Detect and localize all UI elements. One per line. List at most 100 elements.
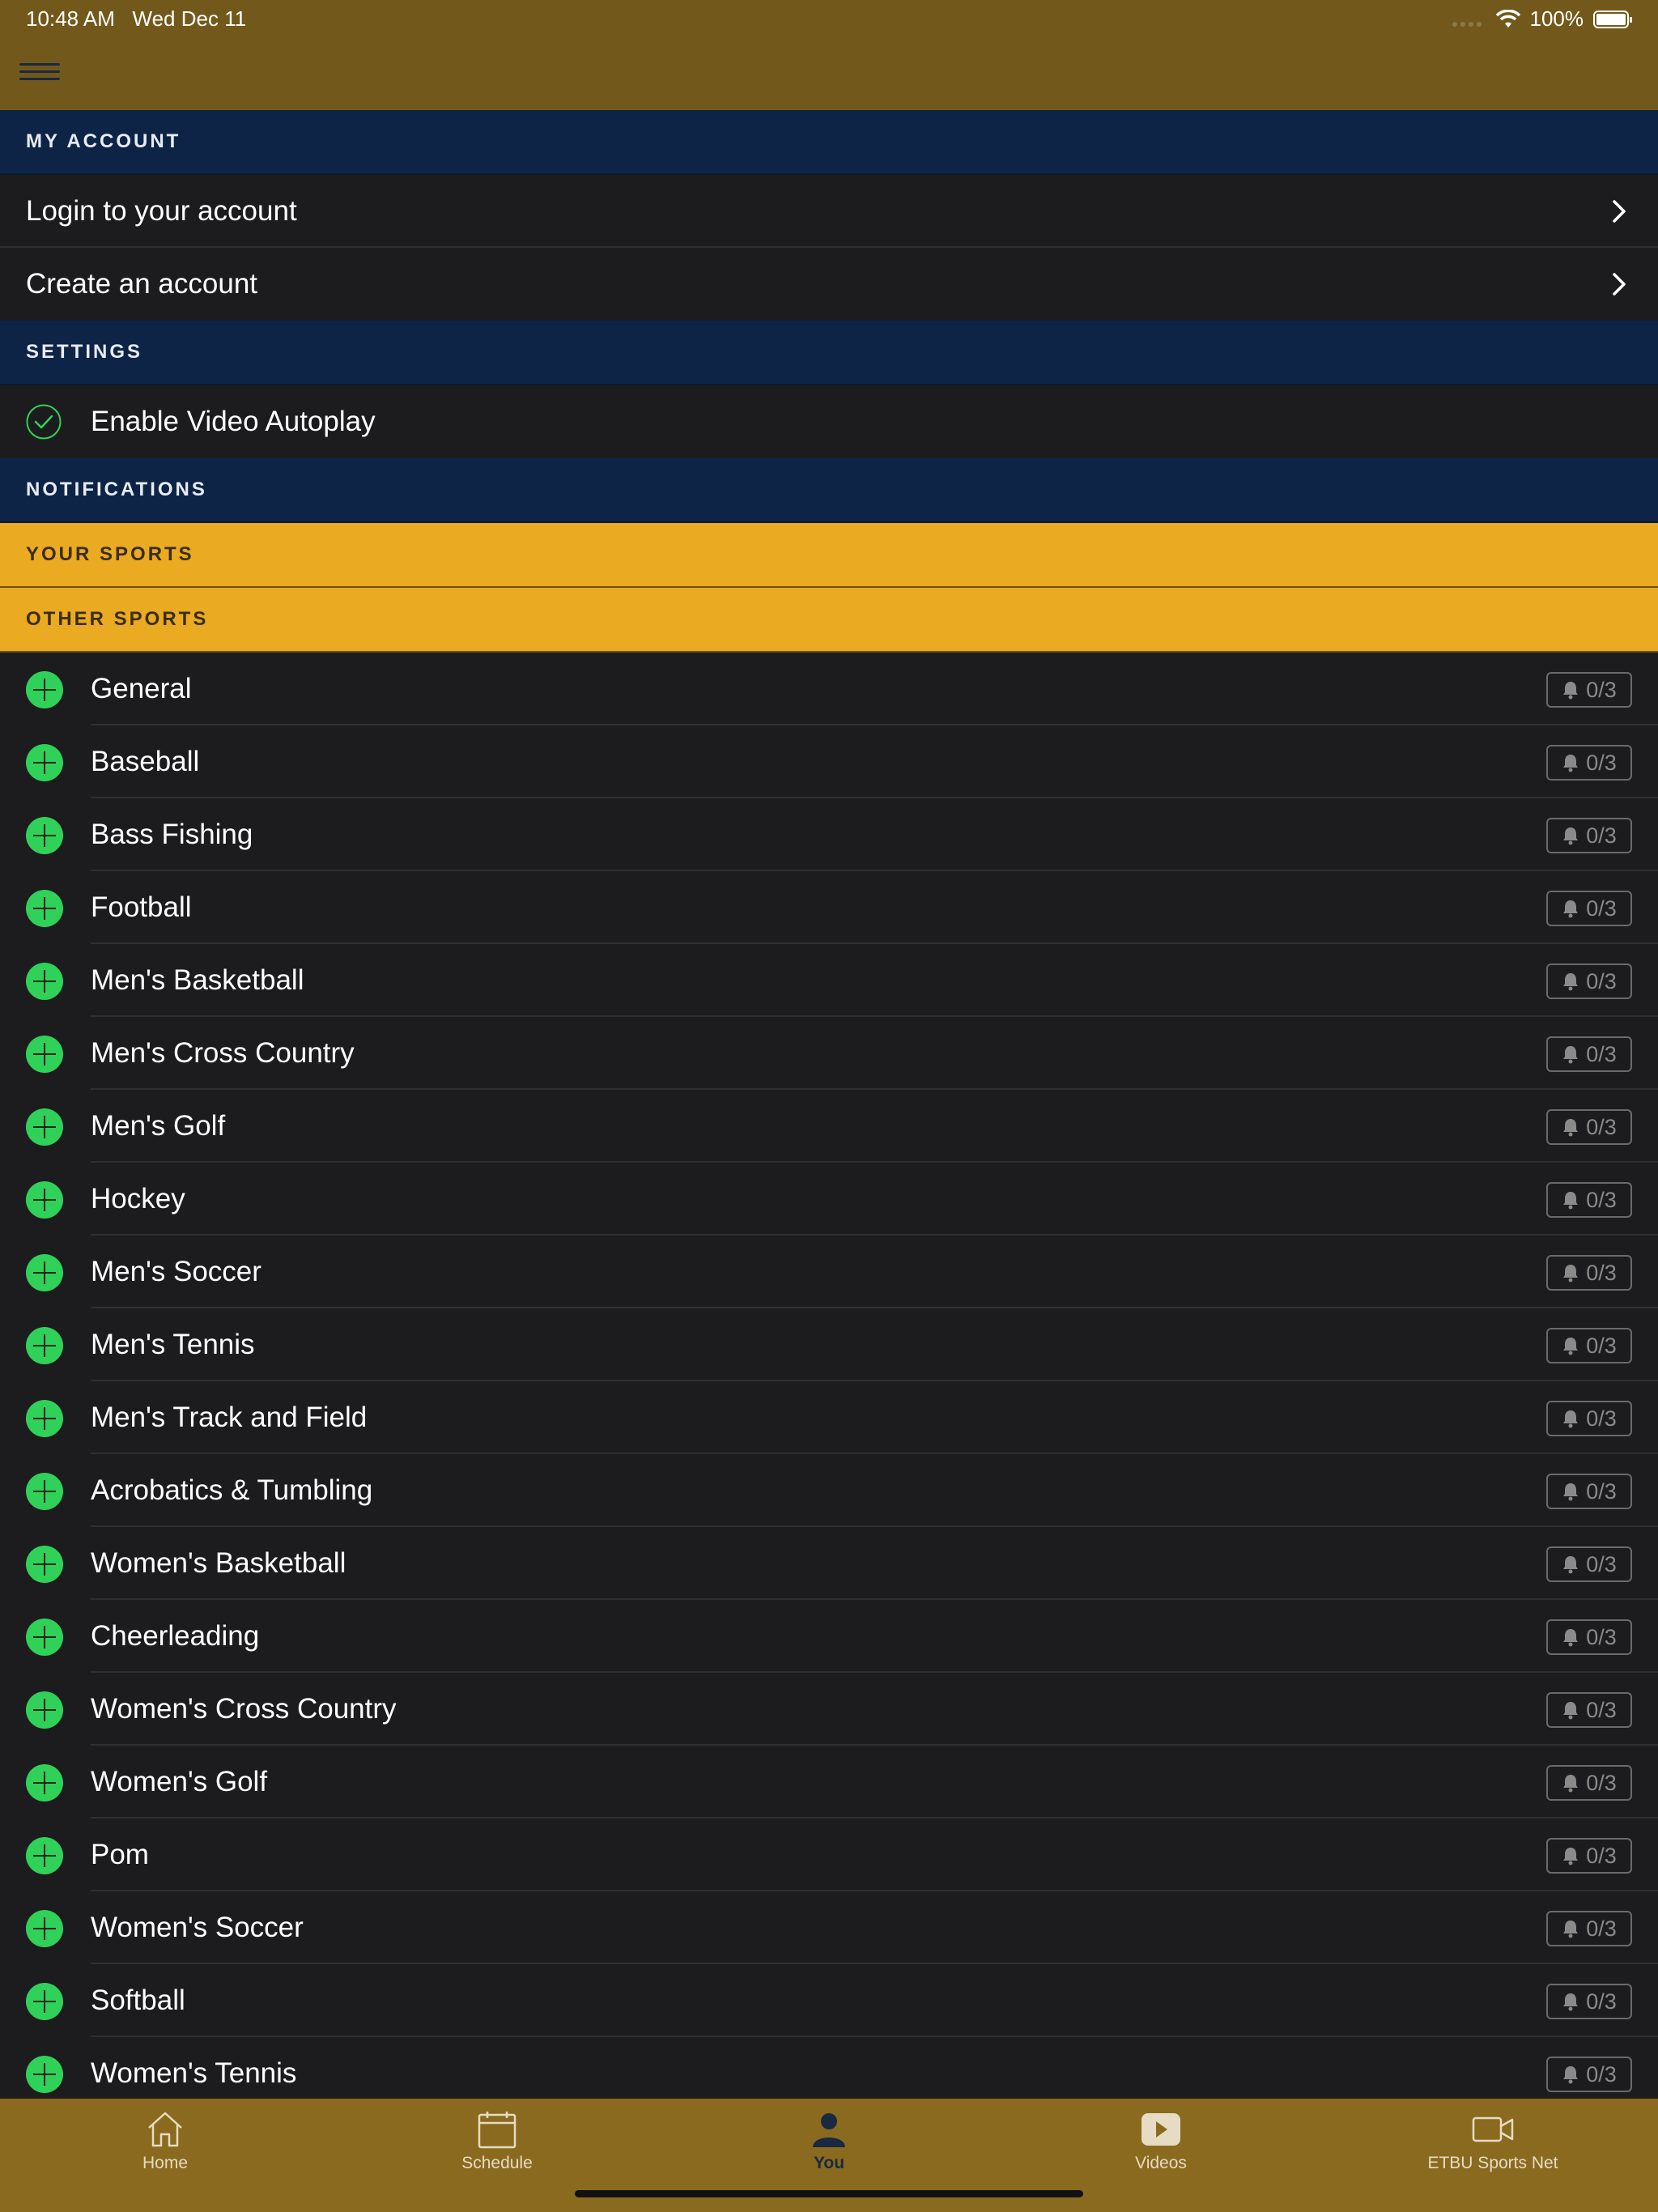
- sport-row[interactable]: Women's Basketball 0/3: [0, 1527, 1658, 1600]
- sport-row[interactable]: Cheerleading 0/3: [0, 1600, 1658, 1673]
- sport-label: Women's Tennis: [91, 2057, 297, 2089]
- notification-badge[interactable]: 0/3: [1546, 1692, 1632, 1728]
- notification-badge[interactable]: 0/3: [1546, 1984, 1632, 2019]
- sport-label: Cheerleading: [91, 1620, 260, 1652]
- sport-row[interactable]: Pom 0/3: [0, 1819, 1658, 1891]
- notification-badge[interactable]: 0/3: [1546, 1838, 1632, 1874]
- notification-badge[interactable]: 0/3: [1546, 1255, 1632, 1291]
- section-your-sports: YOUR SPORTS: [0, 523, 1658, 588]
- sport-row[interactable]: General 0/3: [0, 653, 1658, 725]
- bell-icon: [1563, 1119, 1579, 1137]
- add-circle-icon[interactable]: [26, 1691, 63, 1729]
- hamburger-menu-icon[interactable]: [19, 58, 60, 87]
- notification-count: 0/3: [1586, 1187, 1617, 1212]
- add-circle-icon[interactable]: [26, 1254, 63, 1291]
- sport-row[interactable]: Men's Tennis 0/3: [0, 1308, 1658, 1381]
- sport-row[interactable]: Men's Golf 0/3: [0, 1090, 1658, 1163]
- tab-videos-label: Videos: [1135, 2154, 1187, 2172]
- video-autoplay-row[interactable]: Enable Video Autoplay: [0, 385, 1658, 458]
- add-circle-icon[interactable]: [26, 890, 63, 927]
- sport-label: Men's Golf: [91, 1110, 226, 1142]
- add-circle-icon[interactable]: [26, 1400, 63, 1437]
- sport-row[interactable]: Men's Soccer 0/3: [0, 1236, 1658, 1308]
- tab-videos[interactable]: Videos: [1039, 2110, 1282, 2173]
- sport-row[interactable]: Women's Soccer 0/3: [0, 1891, 1658, 1964]
- checkmark-circle-icon[interactable]: [26, 404, 62, 440]
- notification-badge[interactable]: 0/3: [1546, 745, 1632, 781]
- add-circle-icon[interactable]: [26, 1764, 63, 1802]
- add-circle-icon[interactable]: [26, 1619, 63, 1656]
- tab-etbu-sports-net-label: ETBU Sports Net: [1427, 2154, 1558, 2172]
- sport-row[interactable]: Hockey 0/3: [0, 1163, 1658, 1236]
- add-circle-icon[interactable]: [26, 1837, 63, 1874]
- status-time: 10:48 AM Wed Dec 11: [26, 6, 247, 31]
- notification-count: 0/3: [1586, 1406, 1617, 1431]
- add-circle-icon[interactable]: [26, 1983, 63, 2020]
- add-circle-icon[interactable]: [26, 963, 63, 1000]
- tab-home[interactable]: Home: [44, 2110, 287, 2173]
- notification-badge[interactable]: 0/3: [1546, 1036, 1632, 1072]
- sport-row[interactable]: Men's Track and Field 0/3: [0, 1381, 1658, 1454]
- chevron-right-icon: [1613, 200, 1626, 223]
- create-account-row[interactable]: Create an account: [0, 248, 1658, 321]
- sport-label: Acrobatics & Tumbling: [91, 1474, 373, 1506]
- notification-badge[interactable]: 0/3: [1546, 1109, 1632, 1145]
- notification-count: 0/3: [1586, 1551, 1617, 1576]
- notification-badge[interactable]: 0/3: [1546, 1765, 1632, 1801]
- bell-icon: [1563, 1556, 1579, 1574]
- bell-icon: [1563, 755, 1579, 772]
- sport-label: Pom: [91, 1839, 149, 1870]
- notification-badge[interactable]: 0/3: [1546, 818, 1632, 853]
- notification-badge[interactable]: 0/3: [1546, 891, 1632, 926]
- sport-row[interactable]: Baseball 0/3: [0, 725, 1658, 798]
- tab-schedule[interactable]: Schedule: [376, 2110, 619, 2173]
- bell-icon: [1563, 1629, 1579, 1647]
- sport-row[interactable]: Football 0/3: [0, 871, 1658, 944]
- add-circle-icon[interactable]: [26, 1108, 63, 1146]
- sport-label: Baseball: [91, 746, 200, 777]
- tab-you[interactable]: You: [708, 2110, 950, 2173]
- sport-label: Women's Soccer: [91, 1912, 304, 1943]
- sport-row[interactable]: Women's Golf 0/3: [0, 1746, 1658, 1819]
- notification-badge[interactable]: 0/3: [1546, 1401, 1632, 1436]
- add-circle-icon[interactable]: [26, 2056, 63, 2093]
- login-account-row[interactable]: Login to your account: [0, 175, 1658, 248]
- sport-label: Women's Golf: [91, 1766, 268, 1797]
- add-circle-icon[interactable]: [26, 1181, 63, 1219]
- sports-list: General 0/3 Baseball 0/3 Bass Fishing 0/3 Foot…: [0, 653, 1658, 2110]
- add-circle-icon[interactable]: [26, 817, 63, 854]
- sport-row[interactable]: Men's Basketball 0/3: [0, 944, 1658, 1017]
- tab-etbu-sports-net[interactable]: ETBU Sports Net: [1371, 2110, 1614, 2173]
- add-circle-icon[interactable]: [26, 744, 63, 781]
- section-notifications: NOTIFICATIONS: [0, 458, 1658, 523]
- notification-badge[interactable]: 0/3: [1546, 2057, 1632, 2092]
- sport-label: Men's Cross Country: [91, 1037, 355, 1069]
- notification-badge[interactable]: 0/3: [1546, 1328, 1632, 1363]
- notification-count: 0/3: [1586, 1260, 1617, 1285]
- add-circle-icon[interactable]: [26, 1036, 63, 1073]
- tab-schedule-label: Schedule: [461, 2154, 533, 2172]
- sport-label: General: [91, 673, 192, 704]
- sport-row[interactable]: Bass Fishing 0/3: [0, 798, 1658, 871]
- sport-row[interactable]: Softball 0/3: [0, 1964, 1658, 2037]
- add-circle-icon[interactable]: [26, 1546, 63, 1583]
- notification-badge[interactable]: 0/3: [1546, 1911, 1632, 1946]
- notification-count: 0/3: [1586, 2061, 1617, 2087]
- notification-badge[interactable]: 0/3: [1546, 963, 1632, 999]
- bell-icon: [1563, 1702, 1579, 1720]
- notification-badge[interactable]: 0/3: [1546, 1474, 1632, 1509]
- notification-badge[interactable]: 0/3: [1546, 1619, 1632, 1655]
- sport-row[interactable]: Women's Cross Country 0/3: [0, 1673, 1658, 1746]
- notification-badge[interactable]: 0/3: [1546, 1182, 1632, 1218]
- wifi-icon: [1495, 9, 1520, 28]
- add-circle-icon[interactable]: [26, 1327, 63, 1364]
- add-circle-icon[interactable]: [26, 1473, 63, 1510]
- notification-badge[interactable]: 0/3: [1546, 1546, 1632, 1582]
- sport-row[interactable]: Men's Cross Country 0/3: [0, 1017, 1658, 1090]
- notification-badge[interactable]: 0/3: [1546, 672, 1632, 708]
- add-circle-icon[interactable]: [26, 671, 63, 708]
- sport-label: Bass Fishing: [91, 819, 253, 850]
- add-circle-icon[interactable]: [26, 1910, 63, 1947]
- sport-row[interactable]: Acrobatics & Tumbling 0/3: [0, 1454, 1658, 1527]
- sport-label: Men's Tennis: [91, 1329, 255, 1360]
